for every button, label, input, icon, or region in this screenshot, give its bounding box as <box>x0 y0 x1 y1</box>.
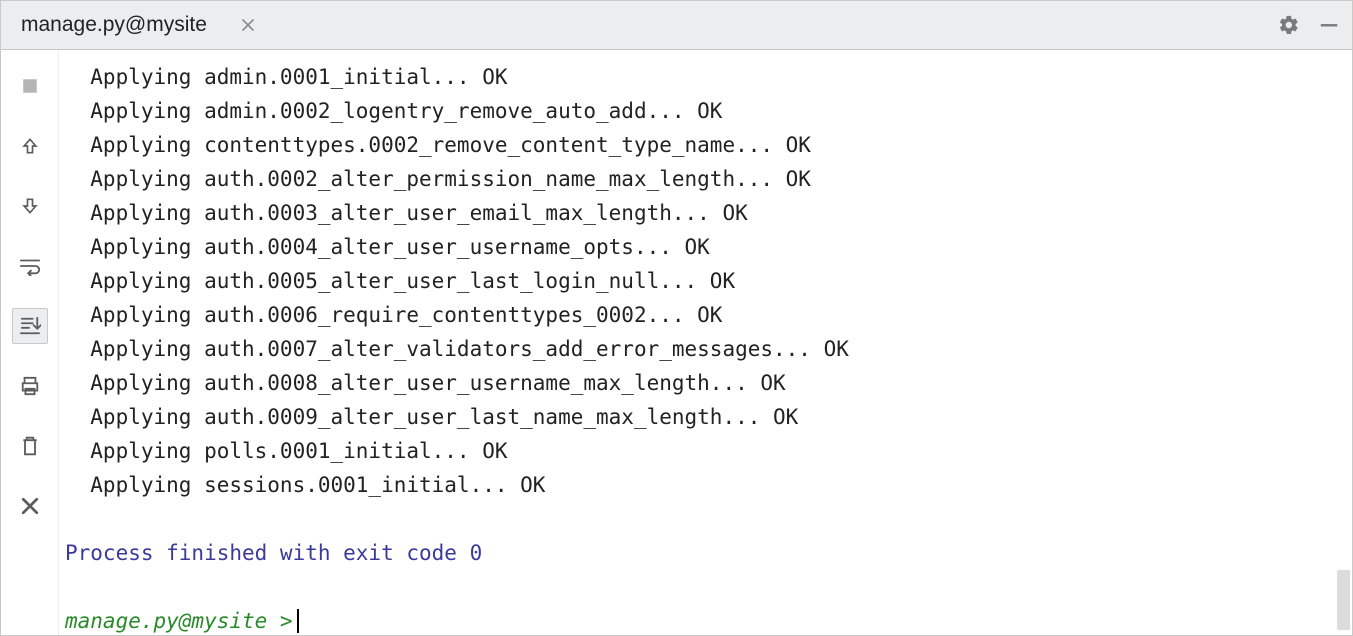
close-tab-icon[interactable] <box>241 18 255 32</box>
minimize-icon[interactable] <box>1318 14 1340 36</box>
output-line: Applying auth.0007_alter_validators_add_… <box>65 332 1342 366</box>
output-line: Applying sessions.0001_initial... OK <box>65 468 1342 502</box>
output-line: Applying auth.0002_alter_permission_name… <box>65 162 1342 196</box>
scroll-to-end-button[interactable] <box>12 308 48 344</box>
soft-wrap-button[interactable] <box>12 248 48 284</box>
output-line: Applying auth.0003_alter_user_email_max_… <box>65 196 1342 230</box>
tab-title: manage.py@mysite <box>21 13 207 37</box>
up-arrow-button[interactable] <box>12 128 48 164</box>
delete-button[interactable] <box>12 428 48 464</box>
tab-actions <box>1278 1 1352 49</box>
output-line: Applying contenttypes.0002_remove_conten… <box>65 128 1342 162</box>
tab-bar: manage.py@mysite <box>1 1 1352 50</box>
output-line: Applying auth.0004_alter_user_username_o… <box>65 230 1342 264</box>
main-area: Applying admin.0001_initial... OK Applyi… <box>1 50 1352 635</box>
output-line: Applying polls.0001_initial... OK <box>65 434 1342 468</box>
scrollbar-thumb[interactable] <box>1337 570 1350 630</box>
close-button[interactable] <box>12 488 48 524</box>
settings-icon[interactable] <box>1278 14 1300 36</box>
output-line: Applying admin.0002_logentry_remove_auto… <box>65 94 1342 128</box>
stop-button[interactable] <box>12 68 48 104</box>
tool-gutter <box>1 50 59 635</box>
tab-manage-py[interactable]: manage.py@mysite <box>1 1 275 49</box>
output-line: Applying admin.0001_initial... OK <box>65 60 1342 94</box>
output-line: Applying auth.0005_alter_user_last_login… <box>65 264 1342 298</box>
exit-message: Process finished with exit code 0 <box>65 536 1342 570</box>
output-line: Applying auth.0009_alter_user_last_name_… <box>65 400 1342 434</box>
console-prompt[interactable]: manage.py@mysite > <box>65 604 1342 635</box>
output-line: Applying auth.0006_require_contenttypes_… <box>65 298 1342 332</box>
prompt-text: manage.py@mysite > <box>65 604 293 635</box>
print-button[interactable] <box>12 368 48 404</box>
console-output[interactable]: Applying admin.0001_initial... OK Applyi… <box>59 50 1352 635</box>
output-lines: Applying admin.0001_initial... OK Applyi… <box>65 60 1342 502</box>
down-arrow-button[interactable] <box>12 188 48 224</box>
output-line: Applying auth.0008_alter_user_username_m… <box>65 366 1342 400</box>
text-cursor <box>297 609 299 633</box>
